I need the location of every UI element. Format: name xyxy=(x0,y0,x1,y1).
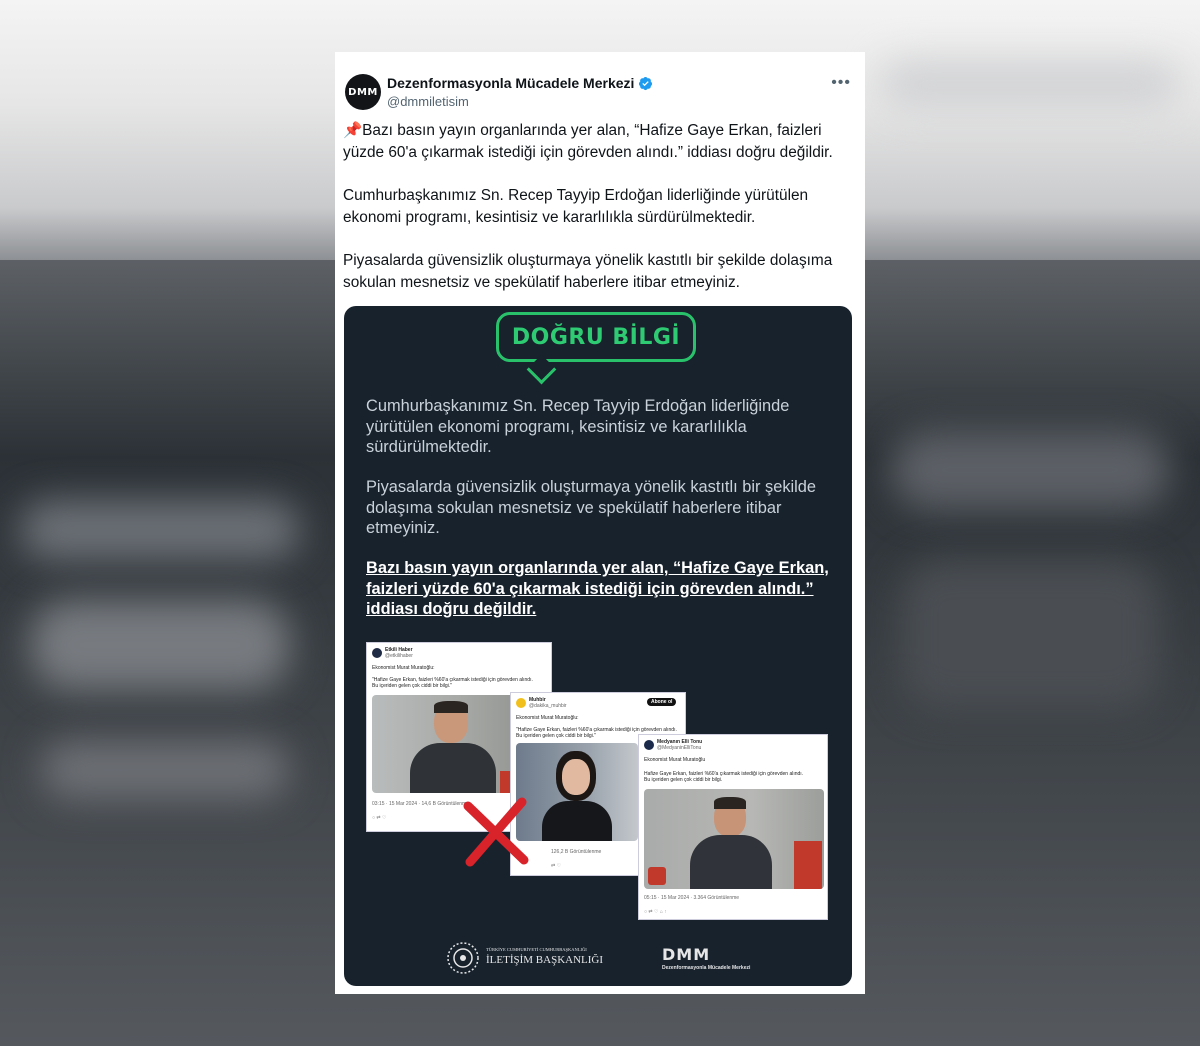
mini-stats: 05:15 · 15 Mar 2024 · 3.364 Görüntülenme xyxy=(644,895,740,901)
tweet-paragraph: Piyasalarda güvensizlik oluşturmaya yöne… xyxy=(343,252,833,291)
mini-avatar xyxy=(516,698,526,708)
mini-actions: ○ ⇄ ♡ xyxy=(372,815,387,821)
tweet-text: 📌Bazı basın yayın organlarında yer alan,… xyxy=(343,120,855,315)
photo-woman xyxy=(516,743,638,841)
media-text-1: Cumhurbaşkanımız Sn. Recep Tayyip Erdoğa… xyxy=(366,397,790,456)
mini-handle: @dakika_muhbir xyxy=(529,703,567,709)
footer-right-line2: Dezenformasyonla Mücadele Merkezi xyxy=(662,965,751,971)
tweet-card: DMM Dezenformasyonla Mücadele Merkezi @d… xyxy=(335,52,865,994)
media-text-3: Bazı basın yayın organlarında yer alan, … xyxy=(366,559,829,618)
iletisim-emblem-icon xyxy=(447,942,479,974)
mini-line: Bu içeriden gelen çok ciddi bir bilgi." xyxy=(516,733,596,739)
mini-handle: @MedyaninElliTonu xyxy=(657,745,702,751)
mini-stats: 03:15 · 15 Mar 2024 · 14,6 B Görüntülenm… xyxy=(372,801,470,807)
mini-actions: ⇄ ♡ xyxy=(551,863,562,869)
avatar[interactable]: DMM xyxy=(345,74,381,110)
footer-right-line1: DMM xyxy=(662,945,711,964)
mini-line: Ekonomist Murat Muratoğlu: xyxy=(372,665,435,671)
mini-actions: ○ ⇄ ♡ ⌂ ↑ xyxy=(644,909,667,915)
tweet-paragraph: Cumhurbaşkanımız Sn. Recep Tayyip Erdoğa… xyxy=(343,187,809,226)
dogru-bilgi-badge: DOĞRU BİLGİ xyxy=(496,312,696,362)
footer-left-line2: İLETİŞİM BAŞKANLIĞI xyxy=(486,954,604,966)
mini-avatar xyxy=(372,648,382,658)
embedded-tweet-screenshot-3: Medyanın Elli Tonu @MedyaninElliTonu Eko… xyxy=(638,734,828,920)
author-handle[interactable]: @dmmiletisim xyxy=(387,94,469,109)
author-name[interactable]: Dezenformasyonla Mücadele Merkezi xyxy=(387,75,634,91)
tweet-header: DMM Dezenformasyonla Mücadele Merkezi @d… xyxy=(345,74,855,114)
more-options-icon[interactable]: ••• xyxy=(831,74,851,92)
tweet-media-image[interactable]: DOĞRU BİLGİ Cumhurbaşkanımız Sn. Recep T… xyxy=(344,306,852,986)
mini-stats: 126,2 B Görüntülenme xyxy=(551,849,602,855)
mini-line: Bu içeriden gelen çok ciddi bir bilgi." xyxy=(372,683,452,689)
footer-left-line1: TÜRKİYE CUMHURİYETİ CUMHURBAŞKANLIĞI xyxy=(486,947,587,952)
mini-line: Ekonomist Murat Muratoğlu xyxy=(644,757,706,763)
mini-line: Bu içeriden gelen çok ciddi bir bilgi. xyxy=(644,777,723,783)
verified-badge-icon xyxy=(639,76,653,90)
photo-man xyxy=(644,789,824,889)
mini-handle: @etkilihaber xyxy=(385,653,413,659)
badge-label: DOĞRU BİLGİ xyxy=(511,324,681,350)
mini-avatar xyxy=(644,740,654,750)
tweet-paragraph: 📌Bazı basın yayın organlarında yer alan,… xyxy=(343,122,833,161)
mini-line: Ekonomist Murat Muratoğlu: xyxy=(516,715,579,721)
media-text-2: Piyasalarda güvensizlik oluşturmaya yöne… xyxy=(366,478,817,537)
follow-button: Abone ol xyxy=(647,698,677,706)
avatar-text: DMM xyxy=(348,86,378,98)
red-cross-mark-icon xyxy=(463,797,529,867)
